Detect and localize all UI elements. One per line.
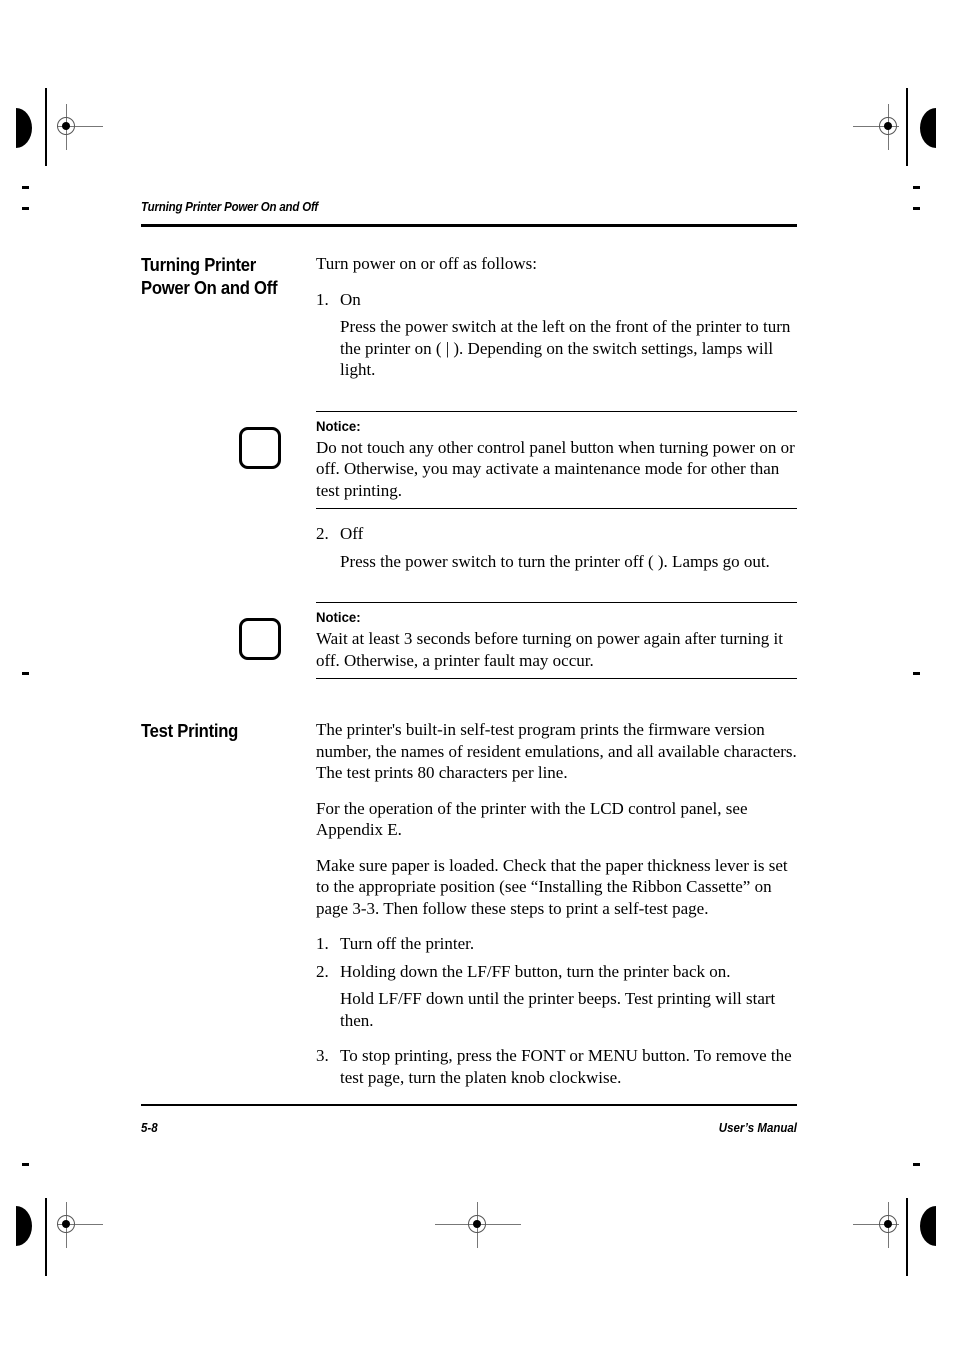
section-body-column: Turn power on or off as follows: 1. On P… <box>316 253 797 395</box>
step-2: 2. Off <box>316 523 797 545</box>
test-step-3: 3. To stop printing, press the FONT or M… <box>316 1045 797 1088</box>
test-step-1-text: Turn off the printer. <box>340 934 475 953</box>
test-printing-body-column: The printer's built-in self-test program… <box>316 719 797 1094</box>
section-test-printing: Test Printing The printer's built-in sel… <box>141 719 797 1094</box>
header-rule <box>141 224 797 227</box>
section-turning-printer-power: Turning Printer Power On and Off Turn po… <box>141 253 797 395</box>
registration-target-icon-bottom-center <box>435 1202 521 1248</box>
section-title-test-printing: Test Printing <box>141 720 239 741</box>
notice-body-2: Notice: Wait at least 3 seconds before t… <box>316 602 797 679</box>
notice-block-1: Notice: Do not touch any other control p… <box>141 410 797 509</box>
registration-target-icon-top-right <box>853 104 912 150</box>
notice-icon-2 <box>239 618 281 660</box>
margin-tick-mark-top-right-2 <box>913 207 920 210</box>
test-step-1-number: 1. <box>316 934 329 953</box>
running-head: Turning Printer Power On and Off <box>141 200 319 214</box>
margin-tick-mark-top-left-2 <box>22 207 29 210</box>
half-moon-density-mark-top-right <box>920 108 936 148</box>
margin-tick-mark-top-left-1 <box>22 186 29 189</box>
test-step-3-number: 3. <box>316 1046 329 1065</box>
notice-block-2: Notice: Wait at least 3 seconds before t… <box>141 602 797 679</box>
test-step-2-number: 2. <box>316 961 329 981</box>
step-2-number: 2. <box>316 524 329 543</box>
test-printing-paragraph-2: For the operation of the printer with th… <box>316 798 748 840</box>
half-moon-density-mark-top-left <box>16 108 32 148</box>
registration-target-icon-bottom-right <box>853 1202 912 1248</box>
section-step-2-row: 2. Off Press the power switch to turn th… <box>141 523 797 586</box>
intro-paragraph: Turn power on or off as follows: <box>316 254 537 273</box>
notice-label-2: Notice: <box>316 609 361 625</box>
test-step-3-text: To stop printing, press the FONT or MENU… <box>340 1046 792 1087</box>
registration-target-icon-top-left <box>44 104 103 150</box>
test-printing-paragraph-1: The printer's built-in self-test program… <box>316 720 797 782</box>
page-title: Turning Printer Power On and Off <box>141 254 278 298</box>
step-1-number: 1. <box>316 289 329 309</box>
page-footer: 5-8 User’s Manual <box>141 1104 797 1135</box>
footer-page-number: 5-8 <box>141 1121 158 1135</box>
step-2-detail: Press the power switch to turn the print… <box>340 551 770 571</box>
notice-icon-1 <box>239 426 281 469</box>
margin-tick-mark-bottom-right-1 <box>913 1163 920 1166</box>
footer-manual-label: User’s Manual <box>718 1121 797 1135</box>
step-1-detail: Press the power switch at the left on th… <box>340 317 791 379</box>
step-2-label: Off <box>340 524 364 543</box>
notice-text-1: Do not touch any other control panel but… <box>316 437 795 500</box>
footer-row: 5-8 User’s Manual <box>141 1121 797 1135</box>
test-printing-paragraph-3: Make sure paper is loaded. Check that th… <box>316 855 788 918</box>
footer-rule <box>141 1104 797 1106</box>
notice-label-1: Notice: <box>316 417 361 434</box>
margin-tick-mark-mid-right <box>913 672 920 675</box>
margin-tick-mark-top-right-1 <box>913 186 920 189</box>
test-step-2-text: Holding down the LF/FF button, turn the … <box>340 961 731 981</box>
margin-tick-mark-bottom-left-1 <box>22 1163 29 1166</box>
section-title-column: Turning Printer Power On and Off <box>141 253 316 299</box>
test-step-1: 1. Turn off the printer. <box>316 933 797 955</box>
notice-body-1: Notice: Do not touch any other control p… <box>316 410 797 509</box>
test-step-2-detail: Hold LF/FF down until the printer beeps.… <box>340 989 776 1030</box>
test-step-2: 2. Holding down the LF/FF button, turn t… <box>316 961 797 983</box>
step-1: 1. On <box>316 289 797 311</box>
registration-target-icon-bottom-left <box>44 1202 103 1248</box>
margin-tick-mark-mid-left <box>22 672 29 675</box>
test-printing-title-column: Test Printing <box>141 719 316 742</box>
half-moon-density-mark-bottom-right <box>920 1206 936 1246</box>
step-2-column: 2. Off Press the power switch to turn th… <box>316 523 797 586</box>
notice-text-2: Wait at least 3 seconds before turning o… <box>316 629 783 670</box>
step-1-label: On <box>340 289 361 309</box>
half-moon-density-mark-bottom-left <box>16 1206 32 1246</box>
page-content: Turning Printer Power On and Off Turning… <box>141 200 797 1094</box>
